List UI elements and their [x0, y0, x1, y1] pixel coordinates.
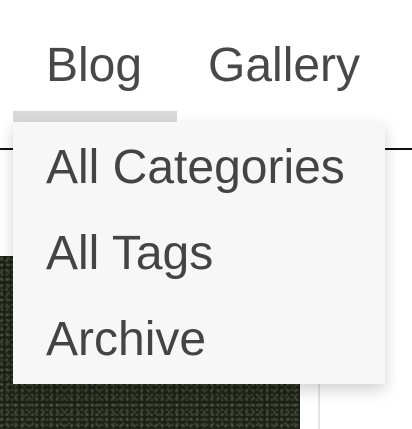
blog-dropdown-menu: All Categories All Tags Archive: [13, 122, 385, 384]
active-nav-indicator: [13, 111, 177, 122]
nav-item-gallery[interactable]: Gallery: [208, 36, 360, 96]
dropdown-item-all-tags[interactable]: All Tags: [46, 224, 213, 284]
nav-item-blog[interactable]: Blog: [46, 36, 142, 96]
dropdown-item-archive[interactable]: Archive: [46, 310, 206, 370]
dropdown-item-all-categories[interactable]: All Categories: [46, 138, 345, 198]
